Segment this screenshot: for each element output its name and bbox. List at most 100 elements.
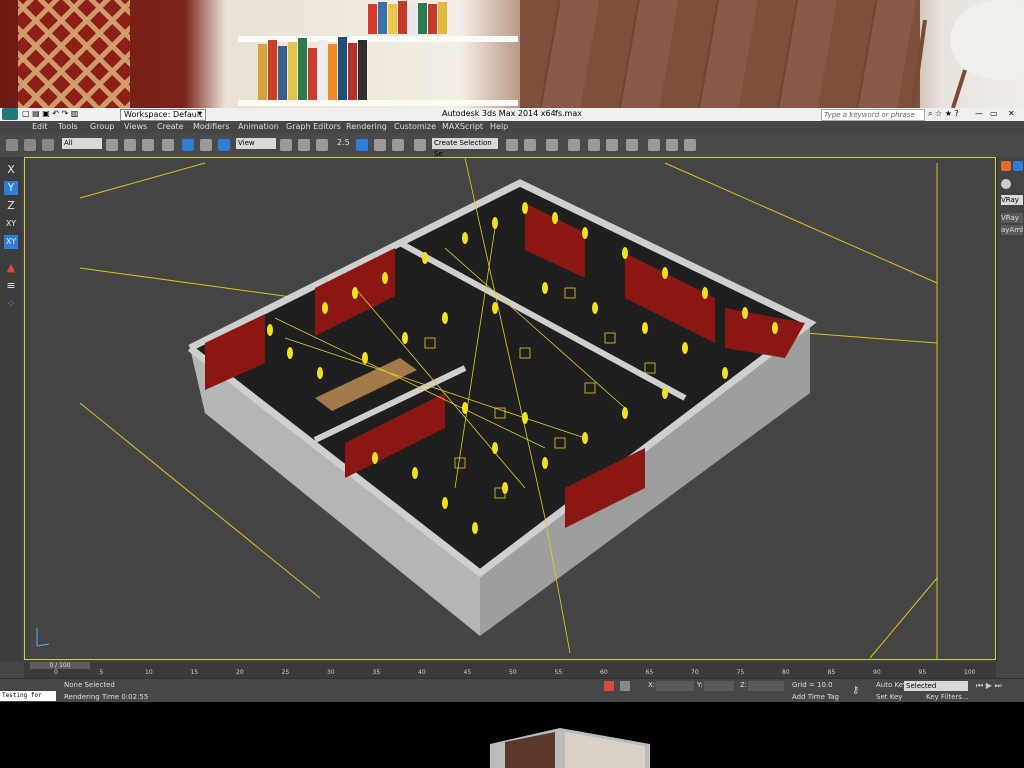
schematic-view-icon[interactable]	[606, 139, 618, 151]
named-selection-dropdown[interactable]: Create Selection Se	[432, 138, 498, 158]
spinner-snap-icon[interactable]	[392, 139, 404, 151]
menu-modifiers[interactable]: Modifiers	[193, 122, 230, 131]
timeline[interactable]: 0 / 100 0 5 10 15 20 25 30 35 40 45 50 55 60 65 70 75 80…	[24, 662, 996, 678]
set-key-button[interactable]: Set Key	[876, 693, 902, 701]
axis-z-button[interactable]: Z	[4, 199, 18, 213]
rectangular-selection-icon[interactable]	[142, 139, 154, 151]
unlink-icon[interactable]	[24, 139, 36, 151]
renderer-dropdown[interactable]: VRay	[1001, 195, 1023, 205]
timeline-tick-label: 85	[827, 669, 836, 676]
playback-controls-icon[interactable]: ⏮ ▶ ⏭	[976, 681, 1002, 691]
align-icon[interactable]	[524, 139, 536, 151]
timeline-tick-label: 40	[418, 669, 426, 676]
edit-named-selection-icon[interactable]	[414, 139, 426, 151]
menu-views[interactable]: Views	[124, 122, 147, 131]
reference-coordinate-dropdown[interactable]: View	[236, 138, 276, 149]
window-title: Autodesk 3ds Max 2014 x64	[442, 109, 556, 118]
app-icon[interactable]	[2, 108, 18, 120]
object-type-vrayamb[interactable]: ayAmb	[1001, 225, 1023, 235]
angle-snap-icon[interactable]	[356, 139, 368, 151]
timeline-tick-label: 20	[236, 669, 244, 676]
points-icon[interactable]: ⁘	[4, 297, 18, 311]
menu-graph-editors[interactable]: Graph Editors	[286, 122, 341, 131]
z-coordinate-label: Z:	[740, 681, 748, 689]
snap-toggle-icon[interactable]: ▲	[4, 261, 18, 275]
key-icon[interactable]: ⚷	[852, 685, 859, 696]
timeline-tick-label: 0	[54, 669, 58, 676]
snap-value[interactable]: 2.5	[337, 138, 350, 147]
menu-maxscript[interactable]: MAXScript	[442, 122, 483, 131]
lock-selection-icon[interactable]	[620, 681, 630, 691]
percent-snap-icon[interactable]	[374, 139, 386, 151]
axis-x-button[interactable]: X	[4, 163, 18, 177]
menu-edit[interactable]: Edit	[32, 122, 48, 131]
file-name: fs.max	[555, 109, 582, 118]
timeline-tick-label: 15	[190, 669, 199, 676]
selection-filter-dropdown[interactable]: All	[62, 138, 102, 149]
window-crossing-icon[interactable]	[162, 139, 174, 151]
pivot-center-icon[interactable]	[280, 139, 292, 151]
render-setup-icon[interactable]	[648, 139, 660, 151]
quick-access-icons[interactable]: ▢ ▤ ▣ ↶ ↷ ▥	[22, 109, 78, 118]
create-panel-icon[interactable]	[1001, 161, 1011, 171]
mirror-icon[interactable]	[506, 139, 518, 151]
close-button[interactable]: ✕	[1008, 109, 1015, 118]
minimize-button[interactable]: —	[975, 109, 983, 118]
timeline-tick-label: 5	[99, 669, 104, 676]
render-preview-bottom	[0, 702, 1024, 768]
select-object-icon[interactable]	[106, 139, 118, 151]
maximize-button[interactable]: ▭	[990, 109, 998, 118]
menu-animation[interactable]: Animation	[238, 122, 279, 131]
menu-create[interactable]: Create	[157, 122, 184, 131]
search-input[interactable]: Type a keyword or phrase	[821, 109, 925, 121]
render-production-icon[interactable]	[684, 139, 696, 151]
object-type-vray[interactable]: VRay	[1001, 213, 1023, 223]
axis-xy-button[interactable]: XY	[4, 217, 18, 231]
select-rotate-icon[interactable]	[200, 139, 212, 151]
menu-tools[interactable]: Tools	[58, 122, 78, 131]
axis-xy-active-button[interactable]: XY	[4, 235, 18, 249]
maxscript-listener[interactable]: Testing for ALL	[0, 691, 56, 709]
add-time-tag[interactable]: Add Time Tag	[792, 693, 839, 701]
status-bar: Testing for ALL None Selected Rendering …	[0, 678, 1024, 709]
workspace-dropdown[interactable]: Workspace: Default	[120, 109, 207, 121]
y-coordinate-field[interactable]	[704, 681, 734, 691]
curve-editor-icon[interactable]	[588, 139, 600, 151]
key-filters-button[interactable]: Key Filters...	[926, 693, 969, 701]
timeline-tick-label: 55	[554, 669, 563, 676]
axis-constraints-bar: X Y Z XY XY ▲ ≡ ⁘	[0, 157, 22, 662]
timeline-tick-label: 80	[782, 669, 790, 676]
bind-space-warp-icon[interactable]	[42, 139, 54, 151]
x-coordinate-field[interactable]	[656, 681, 694, 691]
layer-manager-icon[interactable]	[546, 139, 558, 151]
timeline-tick-label: 70	[691, 669, 699, 676]
select-move-icon[interactable]	[182, 139, 194, 151]
rendered-frame-window-icon[interactable]	[666, 139, 678, 151]
modify-panel-icon[interactable]	[1013, 161, 1023, 171]
scene-model	[36, 158, 938, 659]
menu-customize[interactable]: Customize	[394, 122, 436, 131]
keyboard-shortcut-icon[interactable]	[316, 139, 328, 151]
render-time-status: Rendering Time 0:02:55	[64, 693, 149, 701]
menu-group[interactable]: Group	[90, 122, 114, 131]
material-editor-icon[interactable]	[626, 139, 638, 151]
key-selection-dropdown[interactable]: Selected	[904, 681, 968, 691]
menu-rendering[interactable]: Rendering	[346, 122, 387, 131]
z-coordinate-field[interactable]	[748, 681, 784, 691]
search-tools-icons[interactable]: ⌕ ☆ ★ ?	[928, 109, 959, 119]
timeline-ticks: 0 5 10 15 20 25 30 35 40 45 50 55 60 65 70 75 80 85 90 95 10…	[24, 669, 996, 678]
menu-help[interactable]: Help	[490, 122, 508, 131]
geometry-icon[interactable]	[1001, 179, 1011, 189]
select-manipulate-icon[interactable]	[298, 139, 310, 151]
perspective-viewport[interactable]	[24, 157, 996, 660]
auto-key-button[interactable]: Auto Key	[876, 681, 907, 689]
workspace-chevron-down-icon[interactable]: ▾	[198, 109, 202, 118]
time-slider[interactable]: 0 / 100	[30, 662, 90, 669]
select-scale-icon[interactable]	[218, 139, 230, 151]
grid-lines-icon[interactable]: ≡	[4, 279, 18, 293]
graphite-tools-icon[interactable]	[568, 139, 580, 151]
axis-y-button[interactable]: Y	[4, 181, 18, 195]
isolate-icon[interactable]	[604, 681, 614, 691]
select-link-icon[interactable]	[6, 139, 18, 151]
select-by-name-icon[interactable]	[124, 139, 136, 151]
